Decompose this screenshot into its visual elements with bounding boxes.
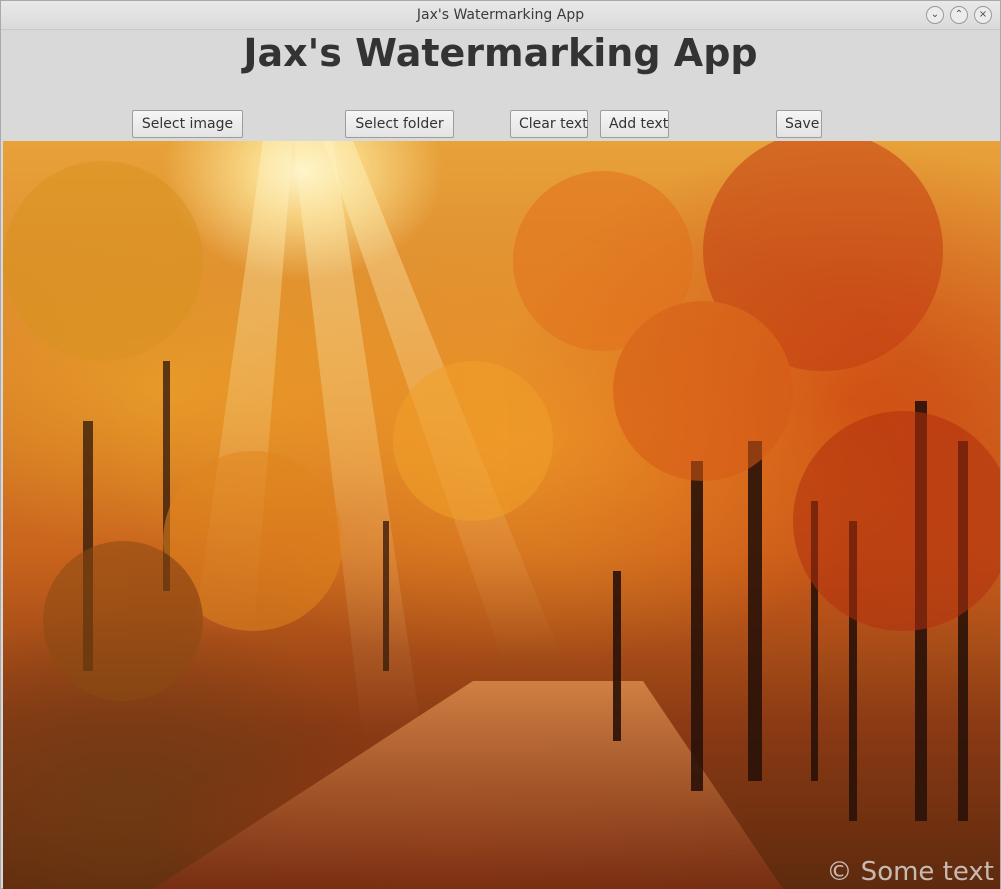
save-button[interactable]: Save [776, 110, 822, 138]
image-preview-canvas[interactable]: © Some text [3, 141, 1000, 889]
select-image-button[interactable]: Select image [132, 110, 243, 138]
title-bar[interactable]: Jax's Watermarking App ⌄ ⌃ × [1, 1, 1000, 30]
maximize-icon[interactable]: ⌃ [950, 6, 968, 24]
watermark-text: © Some text [826, 857, 994, 887]
app-window: Jax's Watermarking App ⌄ ⌃ × Jax's Water… [0, 0, 1001, 889]
window-controls: ⌄ ⌃ × [926, 6, 992, 24]
window-title: Jax's Watermarking App [416, 7, 585, 23]
close-icon[interactable]: × [974, 6, 992, 24]
select-folder-button[interactable]: Select folder [345, 110, 454, 138]
page-title: Jax's Watermarking App [243, 31, 758, 75]
minimize-icon[interactable]: ⌄ [926, 6, 944, 24]
autumn-forest-image [3, 141, 1000, 889]
clear-text-button[interactable]: Clear text [510, 110, 588, 138]
add-text-button[interactable]: Add text [600, 110, 669, 138]
